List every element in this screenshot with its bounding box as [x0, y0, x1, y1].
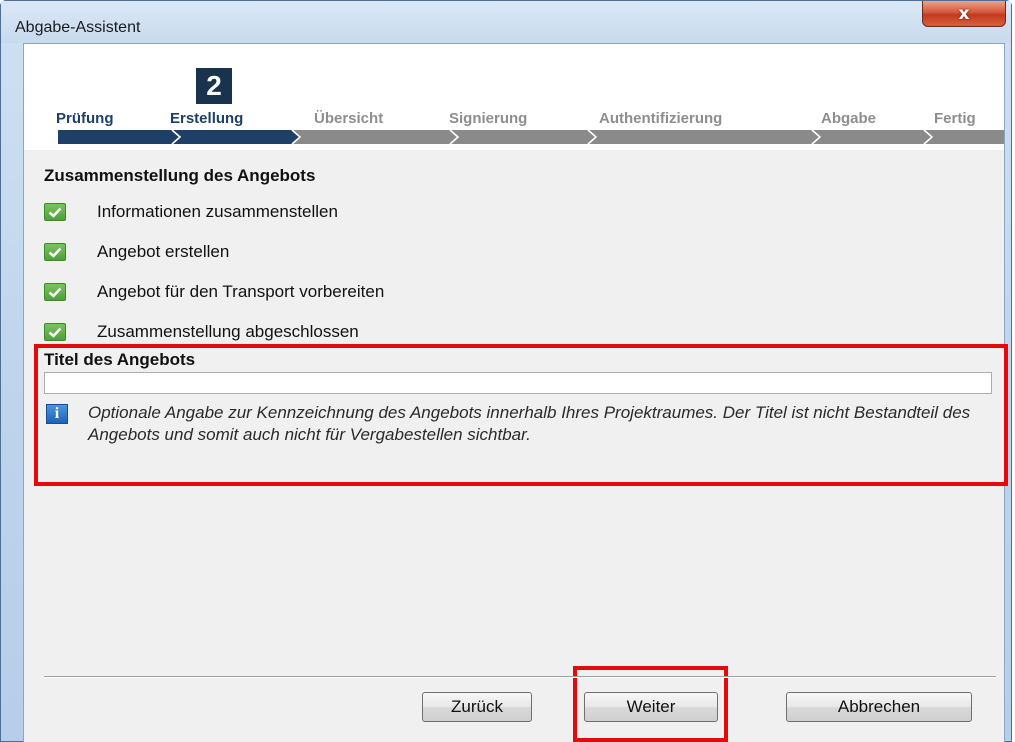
- cancel-button[interactable]: Abbrechen: [786, 692, 972, 722]
- wizard-body: Zusammenstellung des Angebots Informatio…: [24, 150, 1004, 742]
- window-title: Abgabe-Assistent: [15, 19, 141, 36]
- wizard-content: 2 Prüfung Erstellung Übersicht Signierun…: [23, 43, 1005, 742]
- title-bar: Abgabe-Assistent x: [1, 1, 1011, 43]
- back-button[interactable]: Zurück: [422, 692, 532, 722]
- offer-title-input[interactable]: [44, 372, 992, 394]
- task-label: Angebot erstellen: [97, 242, 230, 261]
- task-item: Informationen zusammenstellen: [44, 202, 338, 222]
- task-item: Angebot für den Transport vorbereiten: [44, 282, 384, 302]
- check-icon: [44, 243, 66, 261]
- step-signierung: Signierung: [449, 110, 528, 127]
- step-header: 2 Prüfung Erstellung Übersicht Signierun…: [24, 44, 1004, 150]
- task-label: Informationen zusammenstellen: [97, 202, 338, 221]
- current-step-badge: 2: [196, 68, 232, 104]
- step-erstellung: Erstellung: [170, 110, 244, 127]
- step-abgabe: Abgabe: [821, 110, 877, 127]
- info-text: Optionale Angabe zur Kennzeichnung des A…: [88, 403, 971, 444]
- check-icon: [44, 203, 66, 221]
- step-uebersicht: Übersicht: [314, 110, 384, 127]
- step-fertig: Fertig: [934, 110, 976, 127]
- close-icon: x: [958, 3, 970, 24]
- next-button[interactable]: Weiter: [584, 692, 718, 722]
- step-pruefung: Prüfung: [56, 110, 114, 127]
- offer-title-label: Titel des Angebots: [44, 350, 196, 369]
- section-title: Zusammenstellung des Angebots: [44, 166, 316, 185]
- check-icon: [44, 323, 66, 341]
- task-label: Zusammenstellung abgeschlossen: [97, 322, 359, 341]
- footer-separator: [44, 676, 996, 678]
- progress-pending-segment: [292, 130, 1004, 144]
- task-label: Angebot für den Transport vorbereiten: [97, 282, 385, 301]
- check-icon: [44, 283, 66, 301]
- info-icon: i: [46, 404, 68, 424]
- task-item: Zusammenstellung abgeschlossen: [44, 322, 359, 342]
- step-authentifizierung: Authentifizierung: [599, 110, 723, 127]
- wizard-window: Abgabe-Assistent x 2 Prüfung Erstellung …: [0, 0, 1012, 742]
- task-item: Angebot erstellen: [44, 242, 229, 262]
- close-button[interactable]: x: [922, 1, 1006, 27]
- offer-title-group: Titel des Angebots i Optionale Angabe zu…: [44, 346, 996, 466]
- step-progress-bar: [58, 130, 1004, 144]
